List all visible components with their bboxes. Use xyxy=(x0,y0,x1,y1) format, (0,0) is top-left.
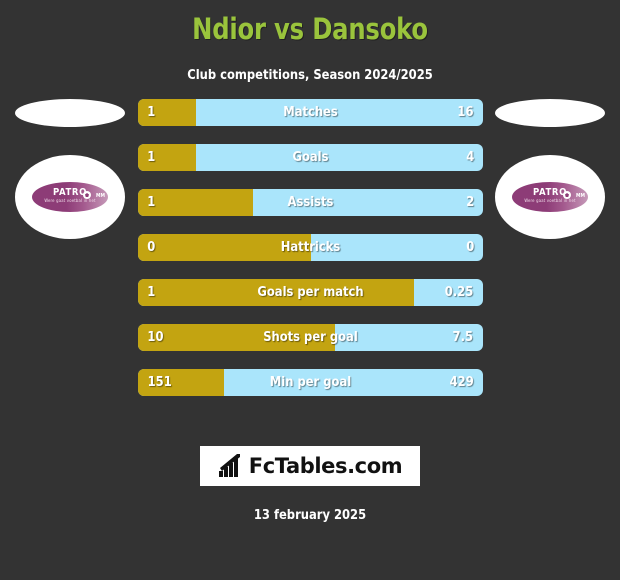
stat-value-away: 4 xyxy=(465,149,474,165)
stat-value-away: 7.5 xyxy=(453,329,474,345)
stat-value-away: 0.25 xyxy=(444,284,474,300)
bar-chart-icon xyxy=(218,454,240,477)
club-badge-text: PATRO xyxy=(533,187,567,198)
player-left-panel: PATRO Were gaat voetbal in het MM xyxy=(8,99,132,259)
stat-row: 1 Assists 2 xyxy=(138,189,483,216)
page-title: Ndior vs Dansoko xyxy=(192,12,428,46)
club-crest-icon: PATRO Were gaat voetbal in het MM xyxy=(31,181,109,213)
club-badge-subtext: Were gaat voetbal in het xyxy=(44,198,96,203)
football-icon xyxy=(83,191,91,199)
club-badge-mini-mark: MM xyxy=(96,193,105,199)
stat-bar-list: 1 Matches 16 1 Goals 4 1 Assists 2 0 Hattricks 0 1 Go… xyxy=(138,99,483,414)
stat-row: 1 Goals 4 xyxy=(138,144,483,171)
stat-value-away: 2 xyxy=(465,194,474,210)
player-left-photo xyxy=(15,99,125,127)
footer-date: 13 february 2025 xyxy=(253,507,367,523)
page-subtitle: Club competitions, Season 2024/2025 xyxy=(187,67,433,83)
stat-value-away: 16 xyxy=(457,104,474,120)
stat-label: Goals per match xyxy=(257,284,364,300)
stat-row: 151 Min per goal 429 xyxy=(138,369,483,396)
stat-row: 1 Matches 16 xyxy=(138,99,483,126)
stat-label: Min per goal xyxy=(269,374,352,390)
stat-row: 10 Shots per goal 7.5 xyxy=(138,324,483,351)
player-right-club-badge: PATRO Were gaat voetbal in het MM xyxy=(495,155,605,239)
stat-label: Hattricks xyxy=(280,239,341,255)
club-badge-subtext: Were gaat voetbal in het xyxy=(524,198,576,203)
club-badge-mini-mark: MM xyxy=(576,193,585,199)
stat-label: Assists xyxy=(287,194,334,210)
club-crest-icon: PATRO Were gaat voetbal in het MM xyxy=(511,181,589,213)
football-icon xyxy=(563,191,571,199)
comparison-area: PATRO Were gaat voetbal in het MM PATRO … xyxy=(0,99,620,409)
player-right-photo xyxy=(495,99,605,127)
fctables-wordmark: FcTables.com xyxy=(248,454,403,478)
player-left-club-badge: PATRO Were gaat voetbal in het MM xyxy=(15,155,125,239)
stat-label: Goals xyxy=(292,149,329,165)
footer: FcTables.com 13 february 2025 xyxy=(0,446,620,523)
stat-value-away: 0 xyxy=(465,239,474,255)
stat-row: 1 Goals per match 0.25 xyxy=(138,279,483,306)
fctables-logo[interactable]: FcTables.com xyxy=(200,446,420,486)
stat-value-away: 429 xyxy=(449,374,474,390)
header: Ndior vs Dansoko Club competitions, Seas… xyxy=(0,0,620,85)
stat-label: Matches xyxy=(283,104,338,120)
player-right-panel: PATRO Were gaat voetbal in het MM xyxy=(488,99,612,259)
stat-row: 0 Hattricks 0 xyxy=(138,234,483,261)
club-badge-text: PATRO xyxy=(53,187,87,198)
stat-label: Shots per goal xyxy=(263,329,358,345)
